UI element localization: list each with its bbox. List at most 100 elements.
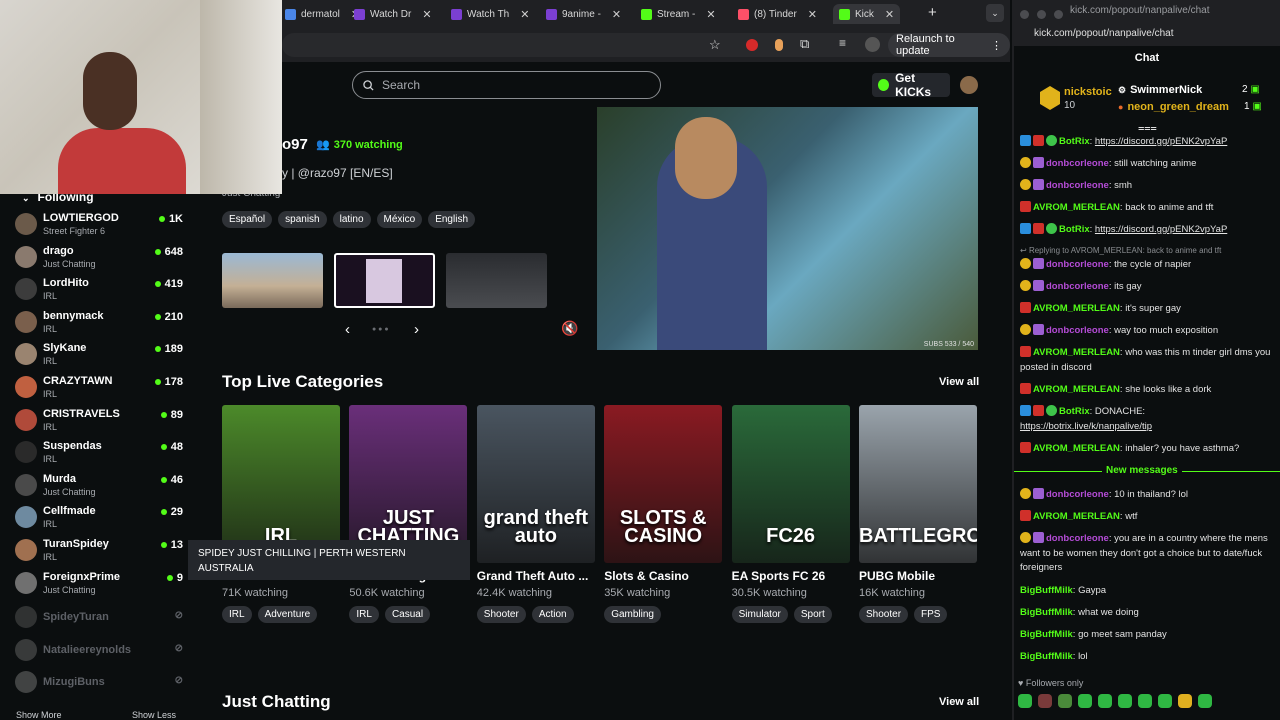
chat-username[interactable]: donbcorleone (1046, 533, 1109, 544)
sidebar-channel-offline[interactable]: MizugiBuns ⊘ (15, 668, 183, 698)
stream-tag[interactable]: latino (332, 211, 371, 228)
chat-username[interactable]: donbcorleone (1046, 325, 1109, 336)
category-art[interactable]: grand theft auto (476, 405, 595, 563)
category-tag[interactable]: Simulator (731, 606, 788, 623)
message-text[interactable]: https://discord.gg/pENK2vpYaP (1095, 136, 1227, 147)
carousel-prev-button[interactable]: ‹ (345, 321, 350, 338)
category-tag[interactable]: Casual (384, 606, 431, 623)
browser-tab[interactable]: Stream - ✕ (641, 4, 716, 24)
category-name[interactable]: EA Sports FC 26 (732, 569, 850, 583)
emote-icon[interactable] (1198, 694, 1212, 708)
relaunch-update-button[interactable]: Relaunch to update ⋮ (888, 33, 1010, 57)
browser-tab[interactable]: 9anime - ✕ (546, 4, 621, 24)
sidebar-channel-offline[interactable]: SpideyTuran ⊘ (15, 603, 183, 633)
sidebar-channel[interactable]: LordHito IRL 419 (15, 275, 183, 305)
emote-icon[interactable] (1138, 694, 1152, 708)
category-tag[interactable]: FPS (914, 606, 948, 623)
sidebar-channel[interactable]: bennymack IRL 210 (15, 308, 183, 338)
pinned-toggle-icon[interactable]: ⩶ (1138, 122, 1157, 135)
chat-username[interactable]: BigBuffMilk (1020, 585, 1073, 596)
category-card[interactable]: BATTLEGROUNDS PUBG Mobile 16K watching S… (859, 405, 977, 623)
stream-tag[interactable]: Español (222, 211, 273, 228)
chat-username[interactable]: AVROM_MERLEAN (1033, 303, 1120, 314)
category-tag[interactable]: Sport (793, 606, 832, 623)
view-all-link[interactable]: View all (939, 376, 979, 388)
emote-icon[interactable] (1098, 694, 1112, 708)
category-tag[interactable]: Gambling (604, 606, 661, 623)
chat-username[interactable]: AVROM_MERLEAN (1033, 384, 1120, 395)
featured-channel-name[interactable]: o97 (282, 136, 308, 153)
chat-username[interactable]: BotRix (1059, 406, 1090, 417)
user-avatar[interactable] (960, 76, 978, 94)
close-icon[interactable]: ✕ (422, 8, 431, 21)
stream-thumbnail[interactable] (222, 253, 323, 308)
tab-search-button[interactable]: ⌄ (986, 4, 1004, 22)
chat-username[interactable]: AVROM_MERLEAN (1033, 443, 1120, 454)
category-name[interactable]: Grand Theft Auto ... (477, 569, 595, 583)
category-card[interactable]: JUST CHATTING Just Chatting 50.6K watchi… (349, 405, 468, 623)
emote-icon[interactable] (1118, 694, 1132, 708)
chat-username[interactable]: BotRix (1059, 224, 1090, 235)
category-name[interactable]: PUBG Mobile (859, 569, 977, 583)
chat-username[interactable]: BigBuffMilk (1020, 629, 1073, 640)
muted-speaker-icon[interactable]: 🔇 (561, 320, 578, 337)
category-tag[interactable]: Shooter (476, 606, 526, 623)
sidebar-channel[interactable]: LOWTIERGOD Street Fighter 6 1K (15, 210, 183, 240)
category-card[interactable]: IRL IRL 71K watching IRLAdventure (222, 405, 340, 623)
chat-username[interactable]: donbcorleone (1046, 180, 1109, 191)
browser-tab[interactable]: Watch Dr ✕ (354, 4, 432, 24)
more-menu-icon[interactable]: ⋮ (991, 39, 1002, 52)
browser-tab[interactable]: dermatol✕ (285, 4, 360, 24)
chat-url-bar[interactable]: kick.com/popout/nanpalive/chat (1034, 28, 1174, 39)
carousel-next-button[interactable]: › (414, 321, 419, 338)
gifter-3-name[interactable]: ● neon_green_dream (1118, 101, 1229, 113)
extension-icon[interactable] (746, 39, 758, 51)
chat-username[interactable]: AVROM_MERLEAN (1033, 347, 1120, 358)
emote-icon[interactable] (1058, 694, 1072, 708)
media-controls-icon[interactable]: ≡ (839, 36, 846, 50)
show-less-link[interactable]: Show Less (132, 710, 176, 720)
search-input[interactable]: Search (352, 71, 661, 99)
stream-thumbnail[interactable] (446, 253, 547, 308)
top-gifter-name[interactable]: nickstoic (1064, 86, 1112, 98)
chat-username[interactable]: donbcorleone (1046, 259, 1109, 270)
sidebar-channel[interactable]: CRISTRAVELS IRL 89 (15, 406, 183, 436)
stream-tag[interactable]: spanish (278, 211, 327, 228)
featured-video-player[interactable]: SUBS 533 / 540 (597, 107, 978, 350)
stream-tag[interactable]: English (428, 211, 476, 228)
chat-username[interactable]: BigBuffMilk (1020, 651, 1073, 662)
message-text[interactable]: https://discord.gg/pENK2vpYaP (1095, 224, 1227, 235)
emote-icon[interactable] (1078, 694, 1092, 708)
get-kicks-button[interactable]: Get KICKs (872, 71, 950, 99)
emote-icon[interactable] (1038, 694, 1052, 708)
browser-tab[interactable]: Kick ✕ (833, 4, 901, 24)
new-tab-button[interactable]: + (928, 4, 937, 21)
chat-username[interactable]: AVROM_MERLEAN (1033, 202, 1120, 213)
stream-thumbnail-active[interactable] (334, 253, 435, 308)
emote-icon[interactable] (1158, 694, 1172, 708)
sidebar-channel[interactable]: CRAZYTAWN IRL 178 (15, 373, 183, 403)
sidebar-channel[interactable]: TuranSpidey IRL 13 (15, 536, 183, 566)
category-tag[interactable]: IRL (349, 606, 379, 623)
extensions-puzzle-icon[interactable]: ⧉ (800, 36, 809, 52)
sidebar-channel-offline[interactable]: Natalieereynolds ⊘ (15, 636, 183, 666)
category-art[interactable]: FC26 (731, 405, 850, 563)
stream-tag[interactable]: México (376, 211, 423, 228)
category-art[interactable]: SLOTS & CASINO (604, 405, 723, 563)
close-icon[interactable]: ✕ (612, 8, 621, 21)
show-more-link[interactable]: Show More (16, 710, 62, 720)
category-card[interactable]: grand theft auto Grand Theft Auto ... 42… (476, 405, 595, 623)
close-icon[interactable]: ✕ (885, 8, 894, 21)
bookmark-star-icon[interactable]: ☆ (709, 37, 721, 53)
browser-tab[interactable]: Watch Th ✕ (451, 4, 529, 24)
category-tag[interactable]: Adventure (257, 606, 318, 623)
sidebar-channel[interactable]: SlyKane IRL 189 (15, 340, 183, 370)
chat-username[interactable]: donbcorleone (1046, 489, 1109, 500)
message-link[interactable]: https://botrix.live/k/nanpalive/tip (1020, 421, 1152, 432)
browser-tab[interactable]: (8) Tinder ✕ (738, 4, 817, 24)
sidebar-channel[interactable]: Suspendas IRL 48 (15, 438, 183, 468)
category-card[interactable]: FC26 EA Sports FC 26 30.5K watching Simu… (731, 405, 850, 623)
category-art[interactable]: BATTLEGROUNDS (859, 405, 977, 563)
emote-icon[interactable] (1018, 694, 1032, 708)
close-icon[interactable]: ✕ (520, 8, 529, 21)
